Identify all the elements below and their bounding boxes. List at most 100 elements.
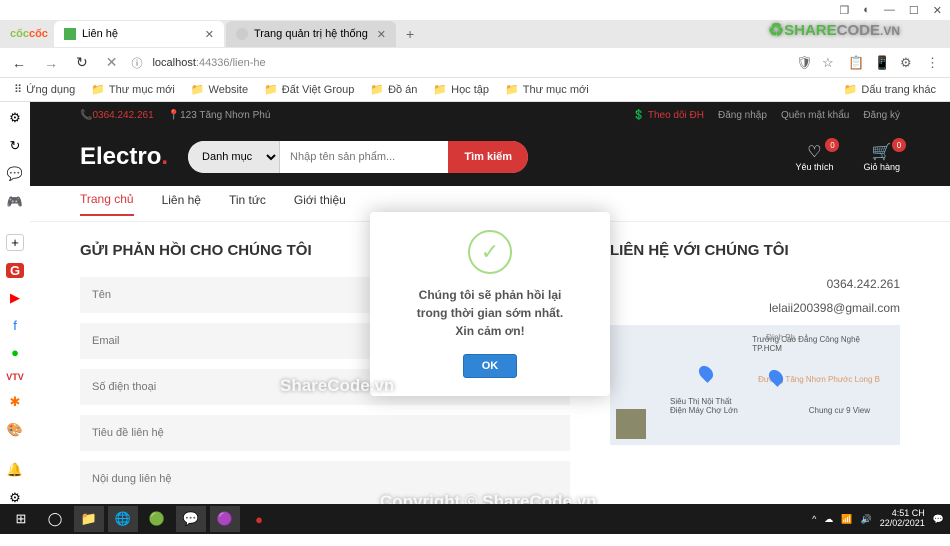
search-button[interactable]: Tìm kiếm [448, 141, 528, 173]
weather-icon[interactable]: ☁ [824, 514, 833, 525]
site-topbar: 📞 0364.242.261 📍 123 Tăng Nhơn Phú 💲 The… [30, 102, 950, 128]
gear-icon[interactable]: ⚙ [6, 110, 24, 126]
search-form: Danh mục Tìm kiếm [188, 141, 528, 173]
star-icon[interactable]: ✱ [6, 394, 24, 410]
contact-section: LIÊN HỆ VỚI CHÚNG TÔI 0364.242.261 lelai… [610, 242, 900, 526]
extension-icon[interactable]: ⚙ [900, 55, 916, 71]
modal-message: Chúng tôi sẽ phản hồi lại trong thời gia… [388, 286, 592, 340]
vs-taskbar[interactable]: 🟣 [210, 506, 240, 532]
wishlist-label: Yêu thích [795, 162, 833, 172]
forward-button[interactable]: → [40, 55, 62, 71]
close-tab-button[interactable]: ✕ [205, 28, 214, 41]
category-select[interactable]: Danh mục [188, 141, 280, 173]
site-header: Electro. Danh mục Tìm kiếm ♡ Yêu thích 0… [30, 128, 950, 186]
close-window-button[interactable]: ✕ [933, 4, 942, 17]
browser-tab-active[interactable]: Liên hệ ✕ [54, 21, 224, 47]
site-info-icon[interactable]: ⓘ [131, 55, 142, 71]
favicon-icon [64, 28, 76, 40]
contact-phone: 0364.242.261 [610, 277, 900, 291]
nav-home[interactable]: Trang chủ [80, 192, 134, 216]
windows-taskbar: ⊞ ◯ 📁 🌐 🟢 💬 🟣 ● ^ ☁ 📶 🔊 4:51 CH 22/02/20… [0, 504, 950, 534]
wishlist-button[interactable]: ♡ Yêu thích 0 [795, 142, 833, 172]
coccoc-taskbar[interactable]: 🟢 [142, 506, 172, 532]
track-order-link[interactable]: 💲 Theo dõi ĐH [633, 110, 704, 121]
cart-label: Giỏ hàng [863, 162, 900, 172]
nav-news[interactable]: Tin tức [229, 193, 266, 215]
star-icon[interactable]: ☆ [822, 55, 838, 71]
register-link[interactable]: Đăng ký [863, 110, 900, 121]
address-bar: ← → ↻ ✕ ⓘ localhost:44336/lien-he 🛡 ☆ 📋 … [0, 48, 950, 78]
tray-expand[interactable]: ^ [812, 514, 816, 524]
contact-title: LIÊN HỆ VỚI CHÚNG TÔI [610, 242, 900, 259]
browser-taskbar[interactable]: 🌐 [108, 506, 138, 532]
start-button[interactable]: ⊞ [6, 506, 36, 532]
volume-icon[interactable]: 🔊 [861, 514, 872, 525]
close-tab-button[interactable]: ✕ [377, 28, 386, 41]
login-link[interactable]: Đăng nhập [718, 110, 767, 121]
subject-field[interactable] [80, 415, 570, 451]
contact-email: lelaii200398@gmail.com [610, 301, 900, 315]
success-modal: ✓ Chúng tôi sẽ phản hồi lại trong thời g… [370, 212, 610, 396]
youtube-icon[interactable]: ▶ [6, 290, 24, 306]
other-bookmarks[interactable]: 📁Dấu trang khác [838, 81, 942, 98]
messenger-icon[interactable]: 💬 [6, 166, 24, 182]
maximize-button[interactable]: ☐ [909, 4, 919, 17]
bookmark-folder[interactable]: 📁Đất Việt Group [258, 81, 360, 98]
restore-down-icon[interactable]: ❐ [839, 4, 849, 17]
bookmark-folder[interactable]: 📁Đồ án [364, 81, 423, 98]
clipboard-icon[interactable]: 📋 [848, 55, 864, 71]
minimize-button[interactable]: — [884, 4, 895, 16]
line-icon[interactable]: ● [6, 345, 24, 360]
reload-button[interactable]: ↻ [72, 54, 92, 71]
bookmark-folder[interactable]: 📁Học tập [427, 81, 495, 98]
tab-title: Liên hệ [82, 28, 118, 40]
topbar-address: 123 Tăng Nhơn Phú [180, 110, 270, 121]
zalo-taskbar[interactable]: 💬 [176, 506, 206, 532]
browser-logo: cốccốc [4, 28, 54, 40]
stop-button[interactable]: ✕ [102, 54, 122, 71]
gmail-icon[interactable]: G [6, 263, 24, 278]
apps-button[interactable]: ⠿Ứng dụng [8, 81, 81, 98]
nav-about[interactable]: Giới thiệu [294, 193, 346, 215]
shield-icon[interactable]: 🛡 [796, 55, 812, 71]
browser-sidebar: ⚙ ↻ 💬 🎮 + G ▶ f ● VTV ✱ 🎨 🔔 ⚙ [0, 102, 30, 502]
window-titlebar: ❐ ◐ — ☐ ✕ [0, 0, 950, 20]
topbar-phone: 0364.242.261 [92, 110, 153, 121]
mobile-icon[interactable]: 📱 [874, 55, 890, 71]
wishlist-badge: 0 [825, 138, 839, 152]
clock[interactable]: 4:51 CH 22/02/2021 [880, 509, 925, 529]
site-logo[interactable]: Electro. [80, 143, 168, 171]
theme-icon[interactable]: ◐ [863, 4, 870, 16]
ok-button[interactable]: OK [463, 354, 518, 378]
bell-icon[interactable]: 🔔 [6, 462, 24, 478]
game-icon[interactable]: 🎮 [6, 194, 24, 210]
phone-icon: 📞 [80, 110, 92, 121]
cortana-button[interactable]: ◯ [40, 506, 70, 532]
new-tab-button[interactable]: + [398, 26, 422, 42]
tab-title: Trang quản trị hệ thống [254, 28, 368, 40]
back-button[interactable]: ← [8, 55, 30, 71]
browser-tab[interactable]: Trang quản trị hệ thống ✕ [226, 21, 396, 47]
favicon-icon [236, 28, 248, 40]
cart-button[interactable]: 🛒 Giỏ hàng 0 [863, 142, 900, 172]
menu-icon[interactable]: ⋮ [926, 55, 942, 71]
bookmark-folder[interactable]: 📁Website [185, 81, 254, 98]
url-text[interactable]: localhost:44336/lien-he [152, 57, 786, 69]
bookmark-folder[interactable]: 📁Thư mục mới [85, 81, 181, 98]
forgot-password-link[interactable]: Quên mật khẩu [781, 110, 849, 121]
notifications-icon[interactable]: 💬 [933, 514, 944, 525]
wifi-icon[interactable]: 📶 [841, 514, 852, 525]
record-taskbar[interactable]: ● [244, 506, 274, 532]
map-embed[interactable]: Trường Cao Đẳng Công NghệTP.HCM Đường Tă… [610, 325, 900, 445]
nav-contact[interactable]: Liên hệ [162, 193, 201, 215]
palette-icon[interactable]: 🎨 [6, 422, 24, 438]
search-input[interactable] [280, 141, 448, 173]
add-icon[interactable]: + [6, 234, 24, 251]
file-explorer[interactable]: 📁 [74, 506, 104, 532]
bookmark-folder[interactable]: 📁Thư mục mới [499, 81, 595, 98]
cart-badge: 0 [892, 138, 906, 152]
facebook-icon[interactable]: f [6, 318, 24, 333]
vtv-icon[interactable]: VTV [6, 372, 24, 382]
bookmarks-bar: ⠿Ứng dụng 📁Thư mục mới 📁Website 📁Đất Việ… [0, 78, 950, 102]
reload-icon[interactable]: ↻ [6, 138, 24, 154]
